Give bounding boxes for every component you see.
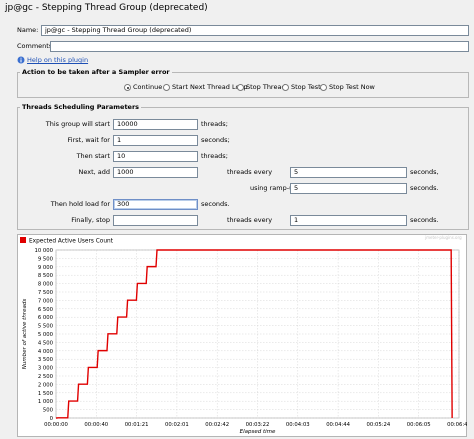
radio-stop-thread[interactable] bbox=[237, 84, 244, 91]
y-tick-label: 10 000 bbox=[34, 248, 53, 254]
start-threads-label: This group will start bbox=[45, 120, 110, 128]
radio-stop-test-label[interactable]: Stop Test bbox=[291, 82, 321, 93]
stop-every-field[interactable]: 1 bbox=[290, 215, 407, 226]
radio-stop-thread-label[interactable]: Stop Thread bbox=[246, 82, 286, 93]
y-tick-label: 7 500 bbox=[38, 290, 54, 296]
window-title: jp@gc - Stepping Thread Group (deprecate… bbox=[5, 3, 208, 13]
then-start-field[interactable]: 10 bbox=[113, 151, 198, 162]
start-threads-field[interactable]: 10000 bbox=[113, 119, 198, 130]
y-tick-label: 8 500 bbox=[38, 273, 54, 279]
y-tick-label: 9 500 bbox=[38, 256, 54, 262]
y-tick-label: 500 bbox=[43, 408, 54, 414]
y-tick-label: 7 000 bbox=[38, 298, 54, 304]
next-add-field[interactable]: 1000 bbox=[113, 167, 198, 178]
ramp-up-field[interactable]: 5 bbox=[290, 183, 407, 194]
x-tick-label: 00:00:40 bbox=[84, 422, 108, 428]
radio-continue[interactable] bbox=[124, 84, 131, 91]
x-tick-label: 00:06:05 bbox=[407, 422, 431, 428]
wait-unit: seconds; bbox=[201, 136, 230, 144]
ramp-up-unit: seconds. bbox=[410, 184, 439, 192]
x-tick-label: 00:02:01 bbox=[165, 422, 189, 428]
sampler-error-title: Action to be taken after a Sampler error bbox=[20, 68, 172, 77]
y-tick-label: 6 000 bbox=[38, 315, 54, 321]
scheduling-title: Threads Scheduling Parameters bbox=[20, 103, 142, 112]
y-tick-label: 8 000 bbox=[38, 282, 54, 288]
y-tick-label: 4 000 bbox=[38, 349, 54, 355]
legend-label: Expected Active Users Count bbox=[29, 239, 114, 245]
x-tick-label: 00:06:45 bbox=[447, 422, 467, 428]
radio-stop-test-now-label[interactable]: Stop Test Now bbox=[329, 82, 375, 93]
radio-start-next-loop[interactable] bbox=[163, 84, 170, 91]
radio-stop-test[interactable] bbox=[282, 84, 289, 91]
then-start-label: Then start bbox=[76, 152, 110, 160]
stop-every-unit: seconds. bbox=[410, 216, 439, 224]
legend-swatch bbox=[20, 237, 26, 243]
y-tick-label: 6 500 bbox=[38, 307, 54, 313]
threads-every-label: threads every bbox=[227, 168, 273, 176]
help-link[interactable]: Help on this plugin bbox=[27, 55, 88, 65]
name-label: Name: bbox=[17, 26, 39, 34]
y-tick-label: 9 000 bbox=[38, 265, 54, 271]
start-threads-unit: threads; bbox=[201, 120, 228, 128]
y-tick-label: 2 500 bbox=[38, 374, 54, 380]
y-tick-label: 3 500 bbox=[38, 357, 54, 363]
x-tick-label: 00:02:42 bbox=[205, 422, 229, 428]
x-tick-label: 00:05:24 bbox=[367, 422, 391, 428]
y-axis-label: Number of active threads bbox=[22, 299, 28, 370]
info-icon bbox=[17, 56, 25, 64]
y-tick-label: 1 500 bbox=[38, 391, 54, 397]
wait-label: First, wait for bbox=[67, 136, 110, 144]
name-field[interactable]: jp@gc - Stepping Thread Group (deprecate… bbox=[41, 25, 469, 36]
x-tick-label: 00:04:44 bbox=[326, 422, 350, 428]
x-axis-label: Elapsed time bbox=[240, 429, 276, 435]
y-tick-label: 5 000 bbox=[38, 332, 54, 338]
x-tick-label: 00:01:21 bbox=[125, 422, 149, 428]
y-tick-label: 3 000 bbox=[38, 366, 54, 372]
x-tick-label: 00:04:03 bbox=[286, 422, 310, 428]
stop-field[interactable] bbox=[113, 215, 198, 226]
active-threads-chart: 05001 0001 5002 0002 5003 0003 5004 0004… bbox=[20, 237, 467, 435]
y-tick-label: 1 000 bbox=[38, 399, 54, 405]
x-tick-label: 00:00:00 bbox=[44, 422, 68, 428]
y-tick-label: 5 500 bbox=[38, 324, 54, 330]
hold-unit: seconds. bbox=[201, 200, 230, 208]
stop-threads-every-label: threads every bbox=[227, 216, 273, 224]
radio-continue-label[interactable]: Continue bbox=[133, 82, 162, 93]
comments-label: Comments: bbox=[17, 42, 55, 50]
hold-field[interactable]: 300 bbox=[113, 199, 198, 210]
then-start-unit: threads; bbox=[201, 152, 228, 160]
stop-label: Finally, stop bbox=[71, 216, 110, 224]
threads-every-unit: seconds, bbox=[410, 168, 439, 176]
x-tick-label: 00:03:22 bbox=[246, 422, 270, 428]
comments-field[interactable] bbox=[50, 41, 469, 52]
y-tick-label: 2 000 bbox=[38, 382, 54, 388]
threads-every-field[interactable]: 5 bbox=[290, 167, 407, 178]
next-add-label: Next, add bbox=[78, 168, 110, 176]
y-tick-label: 4 500 bbox=[38, 340, 54, 346]
radio-stop-test-now[interactable] bbox=[320, 84, 327, 91]
hold-label: Then hold load for bbox=[50, 200, 110, 208]
wait-field[interactable]: 1 bbox=[113, 135, 198, 146]
